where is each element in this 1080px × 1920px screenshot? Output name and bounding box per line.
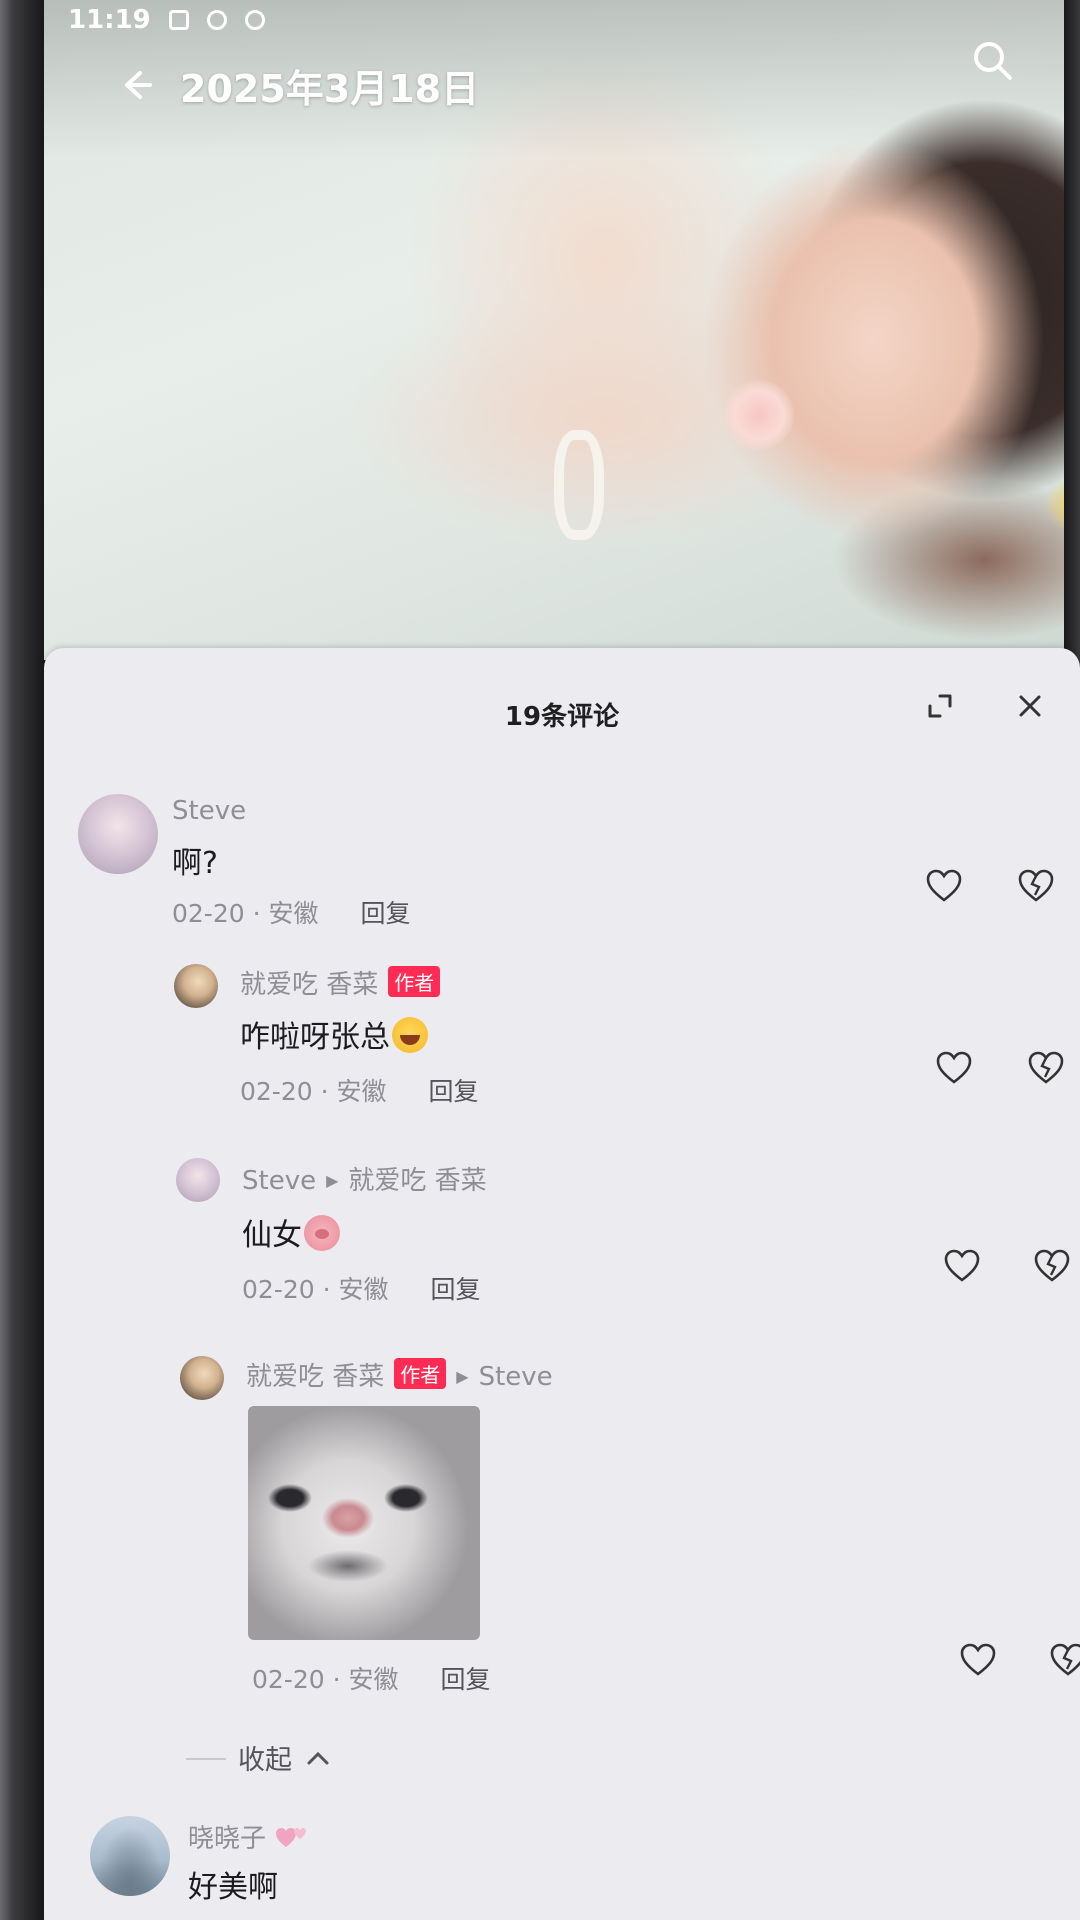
app-status-icon <box>244 10 265 30</box>
reply-to-arrow-icon: ▶ <box>326 1171 339 1190</box>
expand-icon <box>928 694 952 718</box>
comment-location: 安徽 <box>338 1275 389 1304</box>
close-button[interactable] <box>1000 676 1060 736</box>
like-button[interactable] <box>940 1244 984 1288</box>
username-text[interactable]: Steve <box>242 1166 316 1196</box>
collapse-label[interactable]: 收起 <box>238 1745 292 1776</box>
comment-text: 咋啦呀张总 <box>240 1012 428 1056</box>
avatar[interactable] <box>78 794 158 874</box>
comment-location: 安徽 <box>348 1665 399 1694</box>
close-icon <box>1019 695 1041 717</box>
photo-bracelet-detail <box>554 430 604 540</box>
reply-to-arrow-icon: ▶ <box>456 1367 469 1386</box>
avatar[interactable] <box>176 1158 220 1202</box>
broken-heart-icon <box>1028 1051 1064 1084</box>
author-badge: 作者 <box>394 1358 447 1389</box>
search-icon <box>974 42 1012 80</box>
username-text[interactable]: 晓晓子 <box>188 1824 266 1854</box>
dislike-button[interactable] <box>1014 864 1058 908</box>
comment-location: 安徽 <box>336 1077 387 1106</box>
reply-button[interactable]: 回复 <box>430 1275 480 1304</box>
heart-icon <box>926 869 962 902</box>
like-button[interactable] <box>956 1638 1000 1682</box>
status-bar: 11:19 <box>44 0 1064 40</box>
comments-sheet: 19条评论 Steve 啊? 02-20 · 安徽 回复 就爱吃 香菜 作者 咋… <box>44 648 1080 1920</box>
reply-button[interactable]: 回复 <box>360 899 410 928</box>
chevron-up-icon <box>307 1751 329 1765</box>
back-button[interactable] <box>96 45 176 125</box>
heart-icon <box>936 1051 972 1084</box>
like-button[interactable] <box>922 864 966 908</box>
comment-meta: 02-20 · 安徽 回复 <box>172 899 411 928</box>
comment-username[interactable]: 就爱吃 香菜 作者 <box>240 964 441 1001</box>
reply-to-username[interactable]: 就爱吃 香菜 <box>348 1166 486 1196</box>
comment-text: 啊? <box>172 846 218 881</box>
search-button[interactable] <box>958 26 1028 96</box>
comment-date: 02-20 <box>252 1665 325 1694</box>
comment-meta: 02-20 · 安徽 回复 <box>242 1275 481 1304</box>
comment-date: 02-20 <box>240 1077 313 1106</box>
broken-heart-icon <box>1034 1249 1070 1282</box>
back-arrow-icon <box>125 71 152 99</box>
reply-button[interactable]: 回复 <box>440 1665 490 1694</box>
page-title: 2025年3月18日 <box>180 66 480 111</box>
reply-button[interactable]: 回复 <box>428 1077 478 1106</box>
status-time: 11:19 <box>68 5 151 35</box>
reply-to-username[interactable]: Steve <box>479 1362 553 1392</box>
comment-text-body: 咋啦呀张总 <box>240 1020 390 1055</box>
avatar[interactable] <box>180 1356 224 1400</box>
broken-heart-icon <box>1018 869 1054 902</box>
comment-username[interactable]: 晓晓子 <box>188 1818 308 1855</box>
comment-meta: 02-20 · 安徽 回复 <box>252 1665 491 1694</box>
avatar[interactable] <box>174 964 218 1008</box>
dislike-button[interactable] <box>1030 1244 1074 1288</box>
comment-text: 仙女 <box>242 1210 340 1254</box>
author-badge: 作者 <box>388 966 441 997</box>
top-header: 2025年3月18日 <box>44 40 1064 130</box>
notification-icon <box>168 10 189 30</box>
avatar[interactable] <box>90 1816 170 1896</box>
phone-bezel-left <box>0 0 44 1920</box>
photo-flower-detail <box>724 380 794 450</box>
comment-meta: 02-20 · 安徽 回复 <box>240 1077 479 1106</box>
expand-button[interactable] <box>910 676 970 736</box>
sync-icon <box>206 10 227 30</box>
heart-icon <box>960 1643 996 1676</box>
comment-date: 02-20 <box>172 899 245 928</box>
username-text[interactable]: 就爱吃 香菜 <box>246 1362 384 1392</box>
comment-username[interactable]: 就爱吃 香菜 作者 ▶ Steve <box>246 1356 553 1393</box>
collapse-replies-button[interactable]: 收起 <box>238 1738 331 1777</box>
comment-location: 安徽 <box>268 899 319 928</box>
photo-yellow-flower-detail <box>1044 480 1064 530</box>
cat-face-sticker[interactable] <box>248 1406 480 1640</box>
comment-text-body: 仙女 <box>242 1218 302 1253</box>
broken-heart-icon <box>1050 1643 1080 1676</box>
pig-face-emoji <box>304 1215 340 1251</box>
comment-username[interactable]: Steve ▶ 就爱吃 香菜 <box>242 1160 487 1197</box>
pink-hearts-emoji <box>276 1828 307 1847</box>
heart-icon <box>944 1249 980 1282</box>
comment-text: 好美啊 <box>188 1870 278 1905</box>
comment-username[interactable]: Steve <box>172 796 246 826</box>
rolling-laugh-emoji <box>392 1017 428 1053</box>
dislike-button[interactable] <box>1046 1638 1080 1682</box>
comment-date: 02-20 <box>242 1275 315 1304</box>
like-button[interactable] <box>932 1046 976 1090</box>
collapse-divider <box>186 1758 226 1760</box>
dislike-button[interactable] <box>1024 1046 1068 1090</box>
username-text[interactable]: 就爱吃 香菜 <box>240 970 378 1000</box>
